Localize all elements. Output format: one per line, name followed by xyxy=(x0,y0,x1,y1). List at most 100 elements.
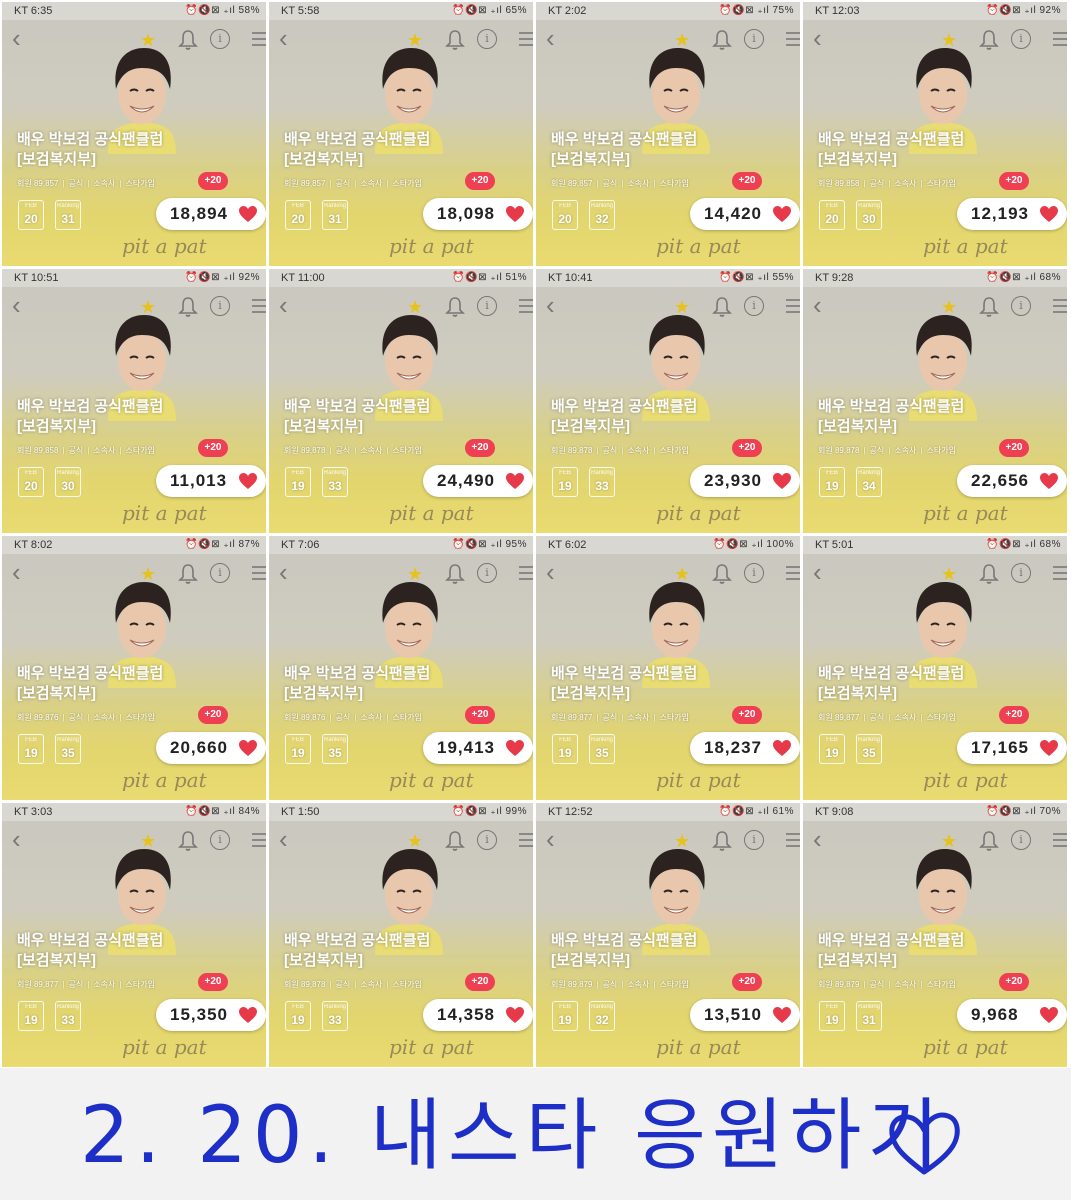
info-icon[interactable]: i xyxy=(210,563,230,583)
member-count: 회원 89,858 xyxy=(818,179,860,188)
menu-icon[interactable] xyxy=(786,566,800,580)
info-icon[interactable]: i xyxy=(744,29,764,49)
bonus-badge[interactable]: +20 xyxy=(732,439,762,457)
bonus-badge[interactable]: +20 xyxy=(198,973,228,991)
back-arrow-icon[interactable]: ‹ xyxy=(12,826,32,853)
bonus-badge[interactable]: +20 xyxy=(465,973,495,991)
menu-icon[interactable] xyxy=(519,566,533,580)
bonus-badge[interactable]: +20 xyxy=(198,439,228,457)
official-label: 공식 xyxy=(58,446,83,455)
vote-button[interactable]: 18,237 xyxy=(690,732,800,764)
status-icons: ⏰🔇⊠ ₊ıl 100% xyxy=(713,539,794,550)
vote-count: 19,413 xyxy=(437,738,495,757)
info-icon[interactable]: i xyxy=(1011,29,1031,49)
vote-button[interactable]: 18,894 xyxy=(156,198,266,230)
menu-icon[interactable] xyxy=(1053,566,1067,580)
info-icon[interactable]: i xyxy=(1011,563,1031,583)
bonus-badge[interactable]: +20 xyxy=(198,706,228,724)
vote-button[interactable]: 14,420 xyxy=(690,198,800,230)
star-join-label: 스타가입 xyxy=(115,980,155,989)
bonus-badge[interactable]: +20 xyxy=(465,706,495,724)
vote-button[interactable]: 24,490 xyxy=(423,465,533,497)
info-icon[interactable]: i xyxy=(210,830,230,850)
menu-icon[interactable] xyxy=(252,566,266,580)
star-join-label: 스타가입 xyxy=(916,446,956,455)
vote-button[interactable]: 19,413 xyxy=(423,732,533,764)
status-time: KT 10:41 xyxy=(548,272,593,284)
vote-count: 13,510 xyxy=(704,1005,762,1024)
menu-icon[interactable] xyxy=(1053,32,1067,46)
back-arrow-icon[interactable]: ‹ xyxy=(813,559,833,586)
vote-button[interactable]: 13,510 xyxy=(690,999,800,1031)
heart-icon xyxy=(1040,740,1058,756)
bonus-badge[interactable]: +20 xyxy=(198,172,228,190)
back-arrow-icon[interactable]: ‹ xyxy=(813,826,833,853)
back-arrow-icon[interactable]: ‹ xyxy=(12,25,32,52)
vote-button[interactable]: 15,350 xyxy=(156,999,266,1031)
menu-icon[interactable] xyxy=(252,299,266,313)
menu-icon[interactable] xyxy=(786,32,800,46)
menu-icon[interactable] xyxy=(519,833,533,847)
info-icon[interactable]: i xyxy=(210,29,230,49)
member-count: 회원 89,876 xyxy=(17,713,59,722)
menu-icon[interactable] xyxy=(519,299,533,313)
bonus-badge[interactable]: +20 xyxy=(465,172,495,190)
info-icon[interactable]: i xyxy=(477,296,497,316)
fanclub-title: 배우 박보검 공식팬클럽 [보검복지부] xyxy=(17,664,163,704)
menu-icon[interactable] xyxy=(1053,833,1067,847)
back-arrow-icon[interactable]: ‹ xyxy=(813,25,833,52)
back-arrow-icon[interactable]: ‹ xyxy=(546,826,566,853)
back-arrow-icon[interactable]: ‹ xyxy=(813,292,833,319)
back-arrow-icon[interactable]: ‹ xyxy=(279,292,299,319)
bonus-badge[interactable]: +20 xyxy=(999,973,1029,991)
bonus-badge[interactable]: +20 xyxy=(999,439,1029,457)
app-screenshot-7: KT 10:41 ⏰🔇⊠ ₊ıl 55% ‹ ★ i 배우 박보검 공식팬클럽 xyxy=(536,269,800,533)
feb-stat: FEB 19 xyxy=(819,1001,845,1031)
vote-button[interactable]: 11,013 xyxy=(156,465,266,497)
bonus-badge[interactable]: +20 xyxy=(999,172,1029,190)
status-icons: ⏰🔇⊠ ₊ıl 70% xyxy=(986,806,1061,817)
heart-icon xyxy=(1040,206,1058,222)
info-icon[interactable]: i xyxy=(210,296,230,316)
back-arrow-icon[interactable]: ‹ xyxy=(546,559,566,586)
menu-icon[interactable] xyxy=(786,833,800,847)
back-arrow-icon[interactable]: ‹ xyxy=(279,559,299,586)
back-arrow-icon[interactable]: ‹ xyxy=(279,826,299,853)
ranking-label: Ranking xyxy=(590,470,613,476)
menu-icon[interactable] xyxy=(519,32,533,46)
info-icon[interactable]: i xyxy=(1011,830,1031,850)
vote-button[interactable]: 14,358 xyxy=(423,999,533,1031)
vote-button[interactable]: 20,660 xyxy=(156,732,266,764)
info-icon[interactable]: i xyxy=(477,563,497,583)
info-icon[interactable]: i xyxy=(744,830,764,850)
fanclub-subname: [보검복지부] xyxy=(284,685,363,702)
app-screenshot-16: KT 9:08 ⏰🔇⊠ ₊ıl 70% ‹ ★ i 배우 박보검 공식팬클럽 [… xyxy=(803,803,1067,1067)
vote-button[interactable]: 9,968 xyxy=(957,999,1067,1031)
vote-button[interactable]: 22,656 xyxy=(957,465,1067,497)
bonus-badge[interactable]: +20 xyxy=(732,172,762,190)
vote-button[interactable]: 18,098 xyxy=(423,198,533,230)
info-icon[interactable]: i xyxy=(477,29,497,49)
menu-icon[interactable] xyxy=(1053,299,1067,313)
fanclub-subname: [보검복지부] xyxy=(284,418,363,435)
info-icon[interactable]: i xyxy=(477,830,497,850)
info-icon[interactable]: i xyxy=(744,296,764,316)
back-arrow-icon[interactable]: ‹ xyxy=(12,292,32,319)
ranking-value: 31 xyxy=(862,1013,876,1027)
vote-button[interactable]: 17,165 xyxy=(957,732,1067,764)
info-icon[interactable]: i xyxy=(1011,296,1031,316)
back-arrow-icon[interactable]: ‹ xyxy=(546,292,566,319)
menu-icon[interactable] xyxy=(252,833,266,847)
bonus-badge[interactable]: +20 xyxy=(999,706,1029,724)
bonus-badge[interactable]: +20 xyxy=(732,706,762,724)
back-arrow-icon[interactable]: ‹ xyxy=(546,25,566,52)
bonus-badge[interactable]: +20 xyxy=(465,439,495,457)
menu-icon[interactable] xyxy=(786,299,800,313)
back-arrow-icon[interactable]: ‹ xyxy=(279,25,299,52)
vote-button[interactable]: 12,193 xyxy=(957,198,1067,230)
info-icon[interactable]: i xyxy=(744,563,764,583)
vote-button[interactable]: 23,930 xyxy=(690,465,800,497)
bonus-badge[interactable]: +20 xyxy=(732,973,762,991)
menu-icon[interactable] xyxy=(252,32,266,46)
back-arrow-icon[interactable]: ‹ xyxy=(12,559,32,586)
